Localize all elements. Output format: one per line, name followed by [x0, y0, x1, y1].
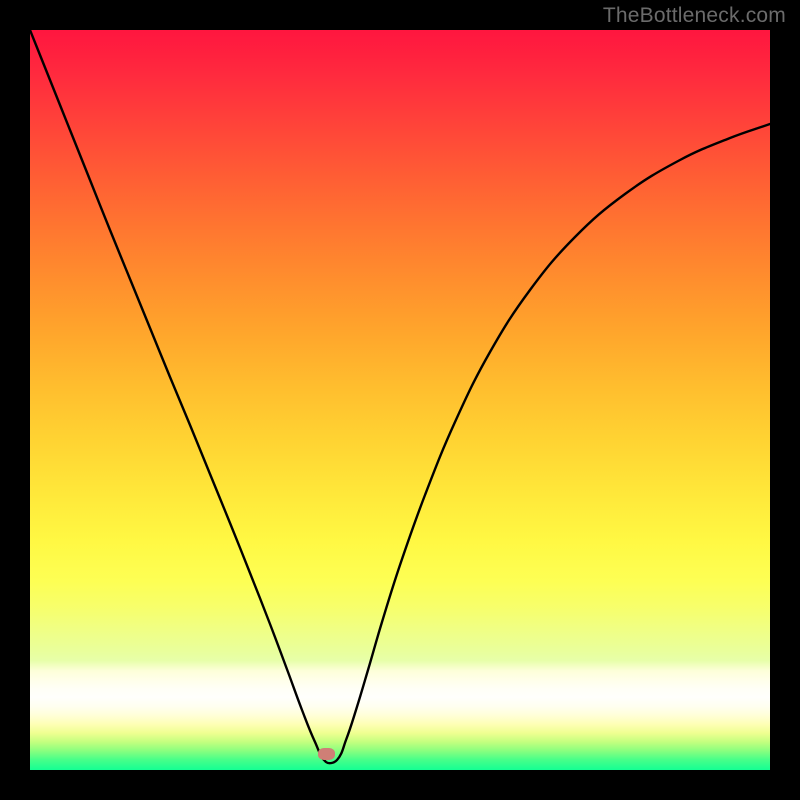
optimum-marker: [318, 748, 335, 760]
watermark-text: TheBottleneck.com: [603, 4, 786, 28]
bottleneck-curve: [30, 30, 770, 770]
plot-area: [30, 30, 770, 770]
chart-frame: TheBottleneck.com: [0, 0, 800, 800]
